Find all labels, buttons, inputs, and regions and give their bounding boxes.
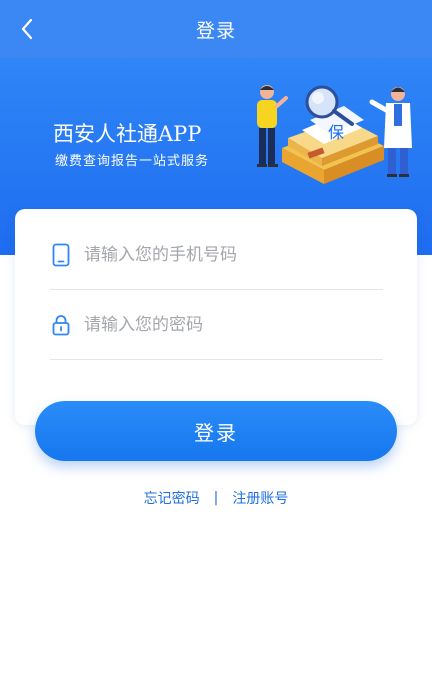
login-form-card (15, 209, 417, 425)
top-nav-bar: 登录 (0, 0, 432, 58)
page-title: 登录 (195, 19, 236, 42)
hero-illustration: 保 (257, 85, 412, 184)
password-field (50, 290, 383, 360)
phone-field (50, 220, 383, 290)
mobile-phone-icon (50, 242, 72, 268)
back-button[interactable] (10, 12, 44, 46)
badge-char: 保 (328, 123, 344, 142)
app-slogan: 缴费查询报告一站式服务 (55, 154, 210, 169)
lock-icon (50, 312, 72, 338)
login-button[interactable]: 登录 (35, 401, 397, 461)
forgot-password-link[interactable]: 忘记密码 (144, 488, 200, 508)
password-input[interactable] (84, 309, 374, 340)
auth-links: 忘记密码 | 注册账号 (0, 487, 432, 509)
phone-input[interactable] (84, 239, 374, 270)
app-name: 西安人社通APP (53, 122, 202, 146)
link-separator: | (213, 490, 219, 506)
person-figure-icon (257, 85, 288, 167)
chevron-left-icon (21, 18, 33, 40)
register-link[interactable]: 注册账号 (232, 488, 288, 508)
doctor-figure-icon (369, 87, 412, 177)
